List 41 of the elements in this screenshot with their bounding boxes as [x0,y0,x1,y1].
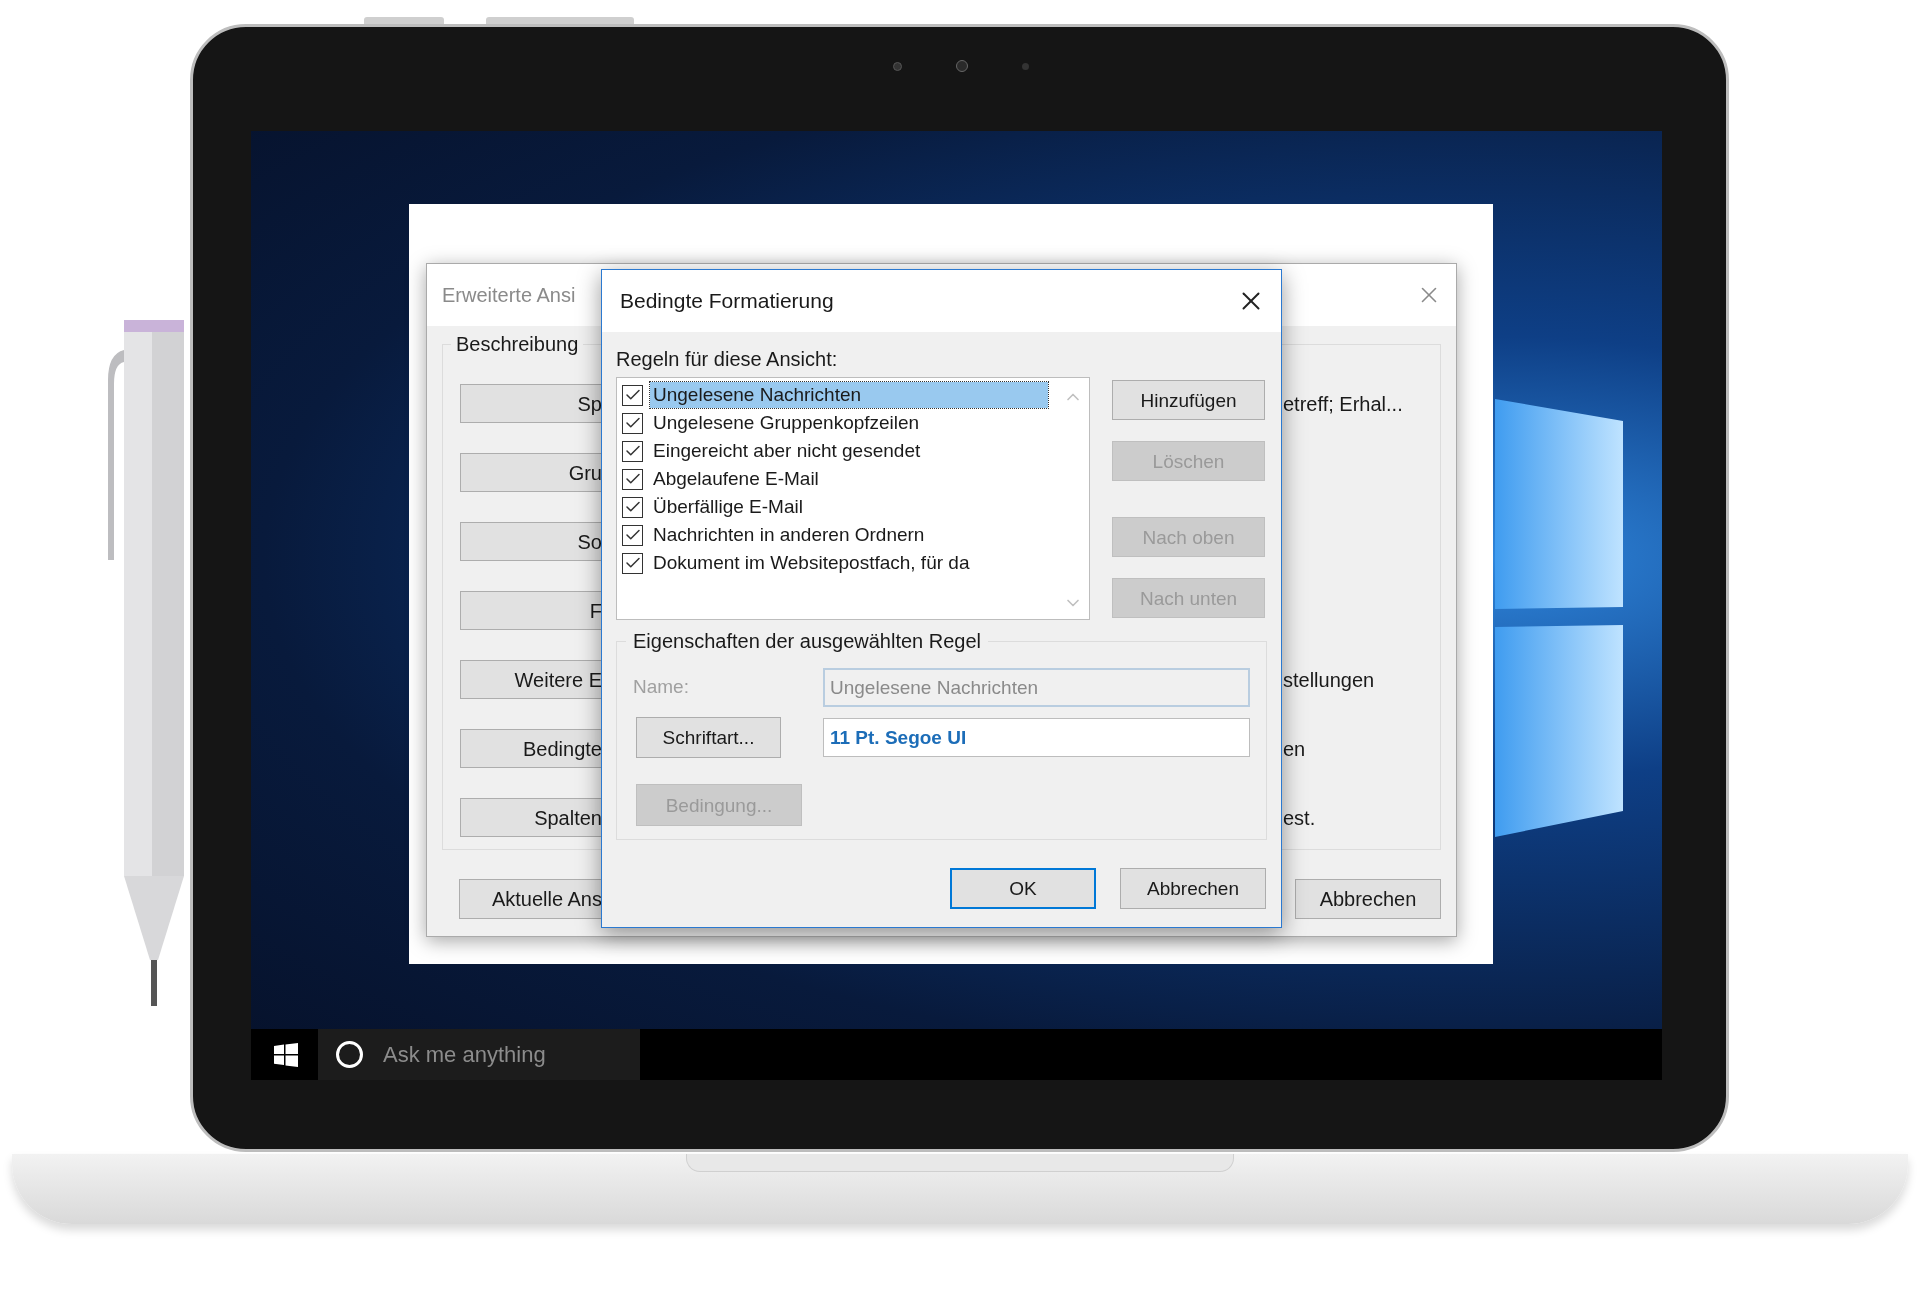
checkbox[interactable] [622,440,643,462]
setting-summary: stellungen [1283,667,1375,693]
rule-item[interactable]: Dokument im Websitepostfach, für da [650,550,973,576]
checkbox[interactable] [622,468,643,490]
rule-item[interactable]: Abgelaufene E-Mail [650,466,822,492]
dialog-button[interactable]: Schriftart... [636,717,781,758]
dialog-button[interactable]: Hinzufügen [1112,380,1265,420]
rule-item[interactable]: Überfällige E-Mail [650,494,806,520]
checkbox[interactable] [622,412,643,434]
footer-button[interactable]: Abbrechen [1295,879,1441,919]
font-preview-field[interactable]: 11 Pt. Segoe UI [823,718,1250,757]
camera-lens [956,60,968,72]
checkbox[interactable] [622,496,643,518]
camera-lens [893,61,902,71]
view-option-button[interactable]: So [460,522,602,561]
view-option-button[interactable]: Weitere E [460,660,602,699]
checkbox[interactable] [622,524,643,546]
view-option-button[interactable]: Bedingte [460,729,602,768]
rule-item[interactable]: Eingereicht aber nicht gesendet [650,438,924,464]
rule-item[interactable]: Ungelesene Gruppenkopfzeilen [650,410,923,436]
setting-summary: etreff; Erhal... [1283,391,1403,417]
search-field[interactable]: Ask me anything [318,1029,640,1080]
rules-label: Regeln für diese Ansicht: [616,347,839,372]
view-option-button[interactable]: F [460,591,602,630]
view-option-button[interactable]: Gru [460,453,602,492]
rule-item[interactable]: Nachrichten in anderen Ordnern [650,522,928,548]
dialog-title: Bedingte Formatierung [620,288,834,315]
view-option-button[interactable]: Spalten [460,798,602,837]
dialog-button[interactable]: OK [950,868,1096,909]
setting-summary: est. [1283,805,1316,831]
camera-lens [1022,62,1029,70]
checkbox[interactable] [622,552,643,574]
footer-button[interactable]: Aktuelle Ans [459,879,602,919]
rule-item[interactable]: Ungelesene Nachrichten [650,382,1048,408]
name-label: Name: [633,675,690,700]
windows-icon [274,1042,298,1067]
dialog-button[interactable]: Abbrechen [1120,868,1266,909]
view-option-button[interactable]: Sp [460,384,602,423]
window-title: Erweiterte Ansi [442,283,576,308]
setting-summary: en [1283,736,1306,762]
checkbox[interactable] [622,384,643,406]
